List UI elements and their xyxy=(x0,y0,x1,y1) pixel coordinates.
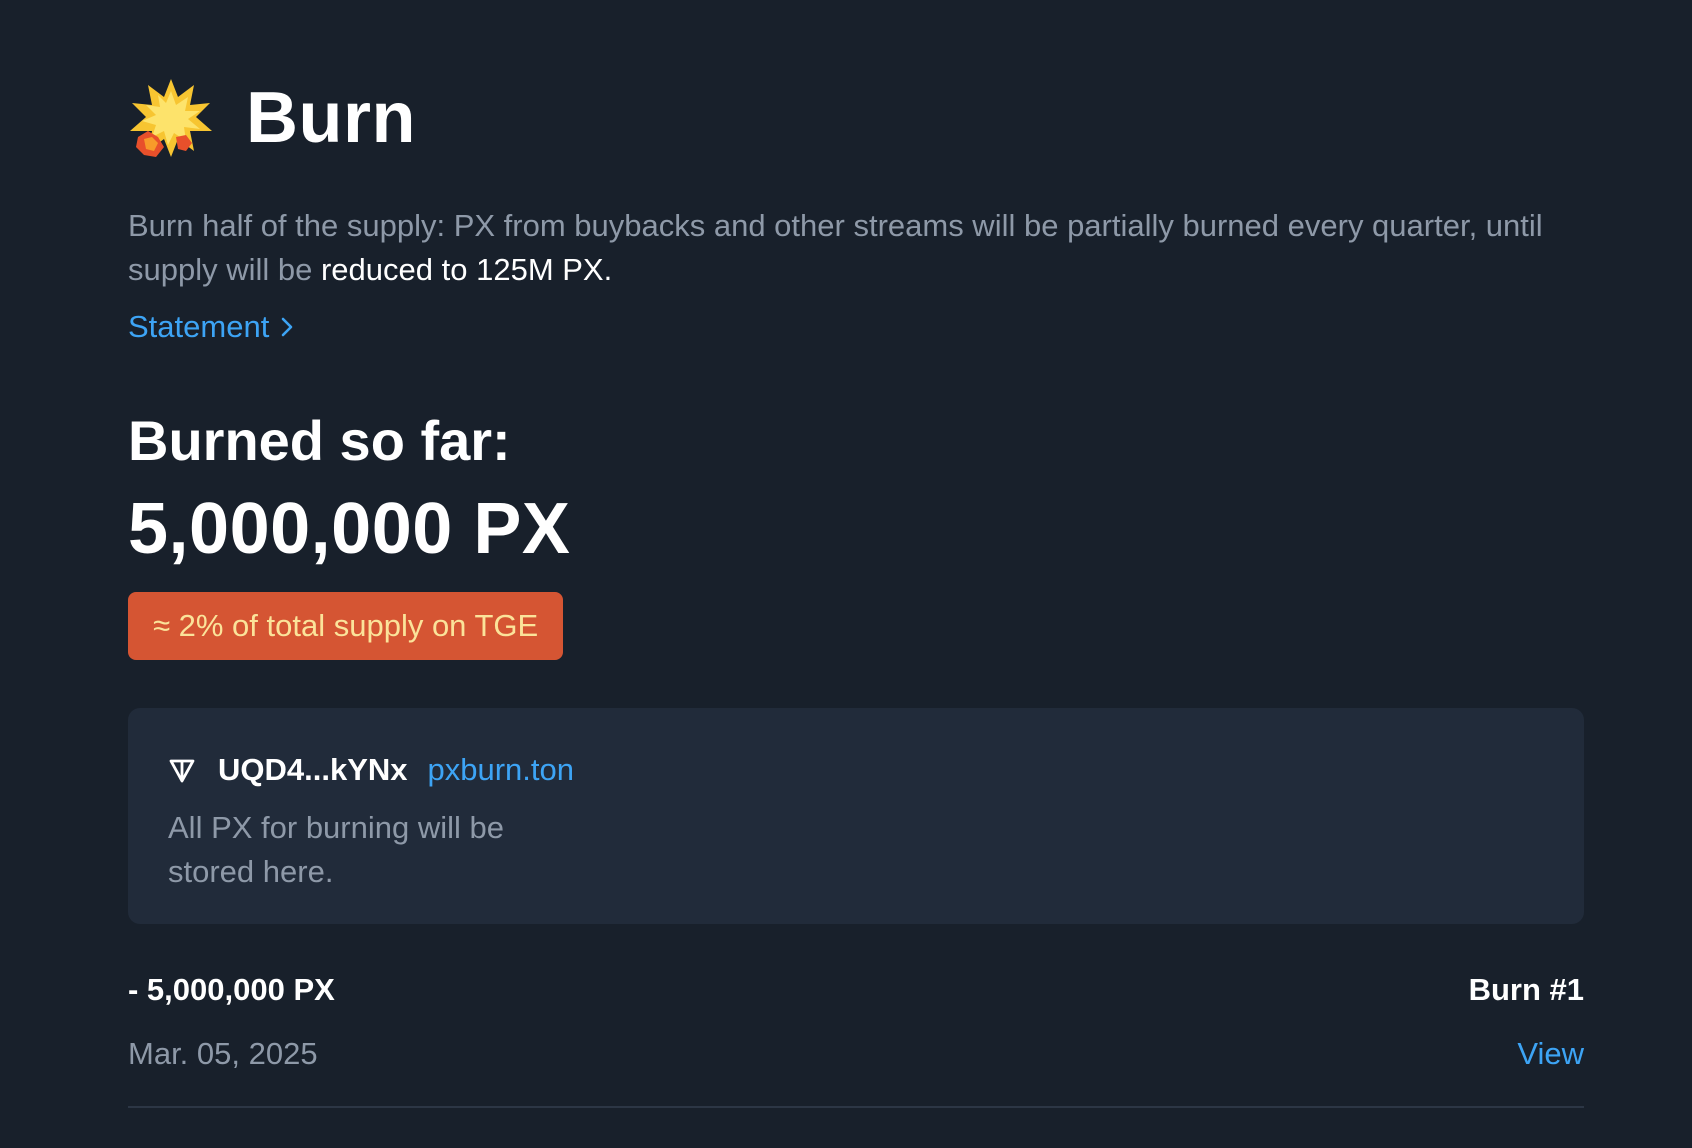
collision-burst-icon xyxy=(130,79,212,157)
chevron-right-icon xyxy=(282,317,293,337)
burn-history-date: Mar. 05, 2025 xyxy=(128,1036,318,1071)
ton-icon xyxy=(169,759,195,783)
description-highlight: reduced to 125M PX. xyxy=(320,252,613,287)
wallet-note: All PX for burning will be stored here. xyxy=(168,810,504,889)
burned-so-far-label: Burned so far: xyxy=(128,409,511,472)
supply-percentage-badge: ≈ 2% of total supply on TGE xyxy=(128,592,564,660)
burn-wallet-card: UQD4...kYNx pxburn.ton All PX for burnin… xyxy=(128,708,1584,924)
page-header: Burn xyxy=(128,68,416,168)
burn-history-item: - 5,000,000 PX Burn #1 Mar. 05, 2025 Vie… xyxy=(128,968,1584,1108)
page-title: Burn xyxy=(246,78,416,158)
supply-badge-text: ≈ 2% of total supply on TGE xyxy=(153,608,539,643)
statement-link[interactable]: Statement xyxy=(128,309,295,345)
statement-label: Statement xyxy=(128,309,270,344)
burn-description: Burn half of the supply: PX from buyback… xyxy=(128,204,1588,292)
burn-history-label: Burn #1 xyxy=(1468,972,1584,1007)
wallet-domain-link[interactable]: pxburn.ton xyxy=(428,752,575,788)
burn-view-link[interactable]: View xyxy=(1517,1036,1584,1072)
burned-amount: 5,000,000 PX xyxy=(128,489,571,569)
burn-history-amount: - 5,000,000 PX xyxy=(128,972,335,1007)
wallet-address[interactable]: UQD4...kYNx xyxy=(218,752,408,788)
wallet-row: UQD4...kYNx pxburn.ton xyxy=(168,740,574,800)
